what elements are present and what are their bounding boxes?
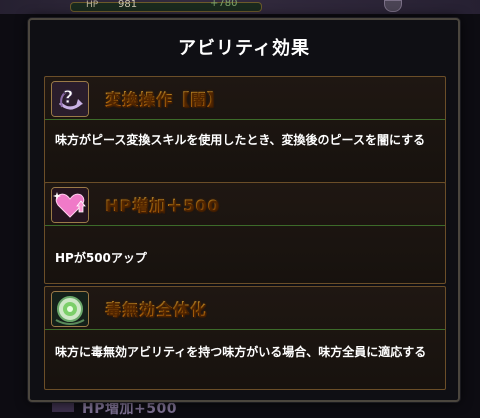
ability-card-header: 毒無効全体化 bbox=[45, 287, 445, 330]
dialog-title: アビリティ効果 bbox=[178, 38, 310, 59]
question-swap-icon: ? bbox=[51, 81, 89, 117]
ability-description: 味方がピース変換スキルを使用したとき、変換後のピースを闇にする bbox=[55, 133, 426, 147]
ability-effect-dialog[interactable]: アビリティ効果 ? 変換操作【闇】 味方がピース変換スキルを使用したとき、変換後… bbox=[28, 18, 460, 402]
ability-name: 変換操作【闇】 bbox=[105, 86, 224, 110]
ability-description: 味方に毒無効アビリティを持つ味方がいる場合、味方全員に適応する bbox=[55, 345, 427, 359]
ability-name: HP増加＋500 bbox=[105, 192, 220, 216]
ability-card-header: ? 変換操作【闇】 bbox=[45, 77, 445, 120]
heart-up-icon bbox=[51, 187, 89, 223]
ability-card-hp-up: HP増加＋500 HPが500アップ bbox=[44, 182, 446, 284]
ability-name: 毒無効全体化 bbox=[105, 296, 207, 320]
background-hp-value: 981 bbox=[118, 0, 138, 10]
ability-card-header: HP増加＋500 bbox=[45, 183, 445, 226]
ability-card-conversion: ? 変換操作【闇】 味方がピース変換スキルを使用したとき、変換後のピースを闇にす… bbox=[44, 76, 446, 184]
poison-shield-icon bbox=[51, 291, 89, 327]
ability-card-poison-immunity: 毒無効全体化 味方に毒無効アビリティを持つ味方がいる場合、味方全員に適応する bbox=[44, 286, 446, 390]
background-hp-sub: +780 bbox=[210, 0, 238, 9]
ability-description: HPが500アップ bbox=[55, 251, 147, 265]
svg-text:?: ? bbox=[63, 87, 73, 108]
background-hp-label: HP bbox=[86, 0, 99, 10]
